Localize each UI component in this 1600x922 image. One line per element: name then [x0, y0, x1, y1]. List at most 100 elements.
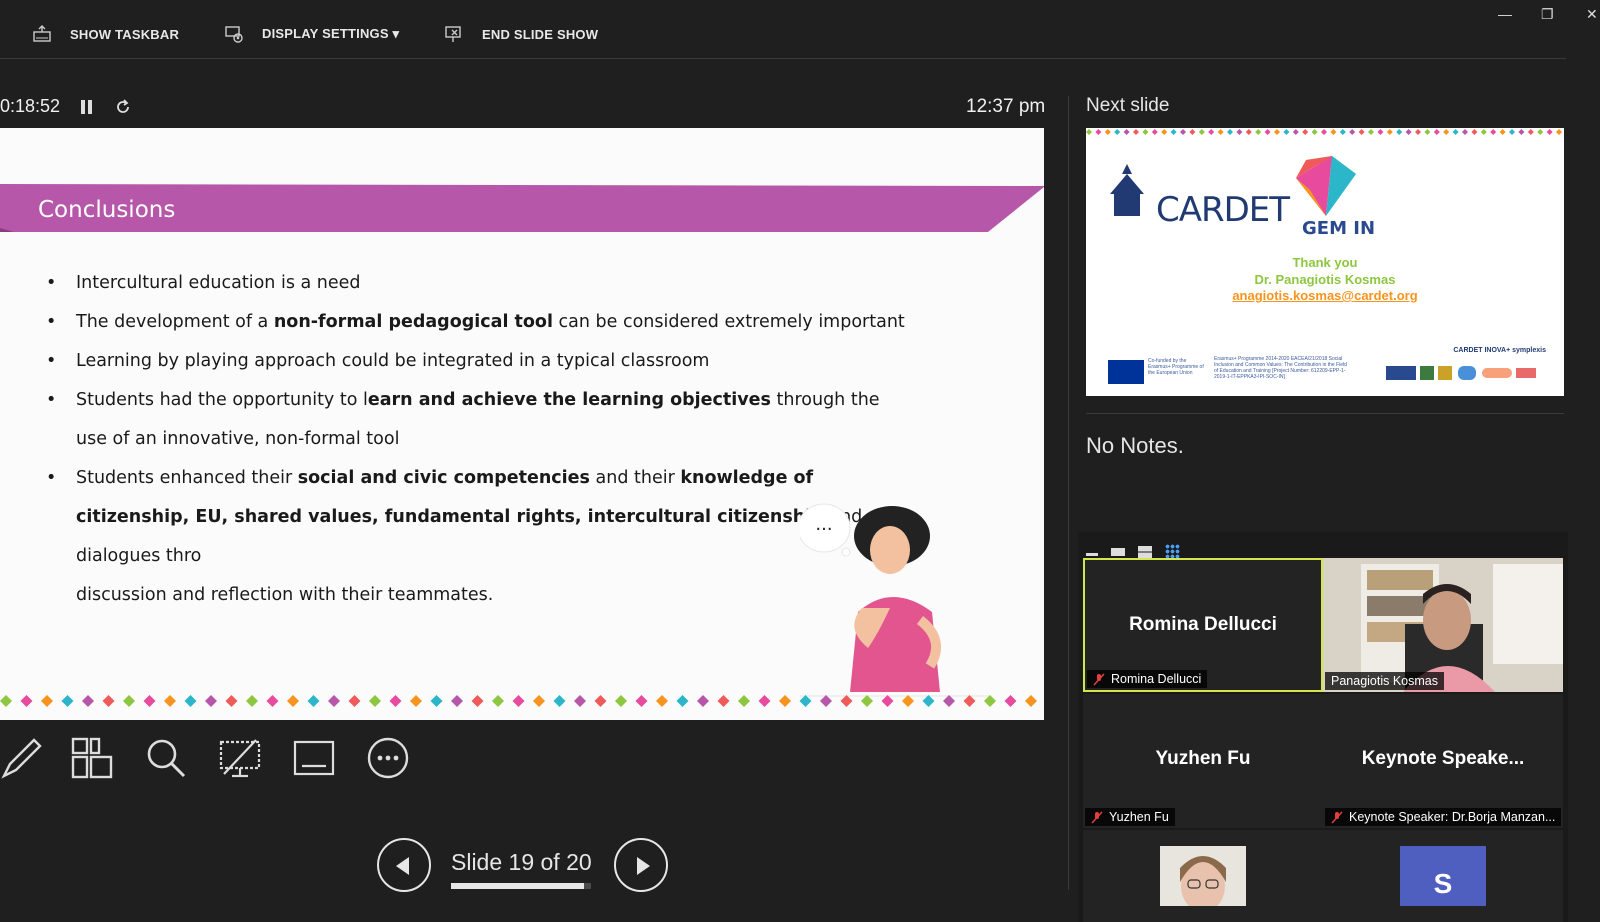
participant-tile[interactable]: Romina Dellucci Romina Dellucci — [1083, 558, 1323, 692]
thought-bubble-text: ... — [815, 514, 832, 535]
minimize-video-icon[interactable] — [1086, 553, 1098, 556]
bullet-item: Students had the opportunity to learn an… — [46, 381, 906, 459]
partner-logos-text: CARDET INOVA+ symplexis — [1453, 347, 1546, 354]
close-button[interactable]: ✕ — [1586, 6, 1598, 23]
toolbar-divider — [0, 58, 1566, 59]
border-dot — [369, 695, 381, 707]
previous-slide-button[interactable] — [377, 838, 431, 892]
border-dot — [840, 695, 853, 707]
participant-initial-avatar: S — [1400, 846, 1486, 906]
all-slides-icon[interactable] — [70, 736, 114, 780]
border-dot — [594, 695, 607, 707]
border-dot — [922, 695, 935, 707]
black-screen-icon[interactable] — [218, 736, 262, 780]
border-dot — [20, 695, 33, 707]
show-taskbar-button[interactable]: SHOW TASKBAR — [32, 24, 179, 44]
participant-tile[interactable] — [1083, 830, 1323, 922]
participant-tile[interactable]: Panagiotis Kosmas — [1323, 558, 1563, 692]
show-taskbar-label: SHOW TASKBAR — [70, 26, 180, 42]
thumbnail-view-icon[interactable] — [1138, 545, 1152, 558]
border-dot — [1189, 129, 1196, 135]
border-dot — [1198, 129, 1205, 135]
participant-tile[interactable]: Keynote Speake... Keynote Speaker: Dr.Bo… — [1323, 694, 1563, 828]
participant-name-display: Keynote Speake... — [1361, 748, 1525, 769]
border-dot — [615, 695, 627, 707]
speaker-view-icon[interactable] — [1111, 547, 1125, 556]
border-dot — [61, 695, 74, 707]
border-dot — [471, 695, 484, 707]
border-dot — [1330, 129, 1337, 135]
more-icon[interactable] — [366, 736, 410, 780]
border-dot — [1321, 129, 1327, 135]
border-dot — [738, 695, 750, 707]
slide-progress-fill — [451, 883, 584, 889]
slide-counter[interactable]: Slide 19 of 20 — [451, 849, 592, 876]
border-dot — [1386, 129, 1393, 135]
bullet-item: The development of a non-formal pedagogi… — [46, 303, 906, 342]
border-dot — [348, 695, 361, 707]
participant-tile[interactable]: S — [1323, 830, 1563, 922]
programme-text: Erasmus+ Programme 2014-2020 EACEA/21/20… — [1214, 356, 1347, 380]
bullet-item: Intercultural education is a need — [46, 264, 906, 303]
border-dot — [943, 695, 955, 707]
next-slide-preview[interactable]: CARDET GEM IN Thank you Dr. Panagiotis K… — [1086, 128, 1564, 396]
border-dot — [758, 695, 771, 707]
end-slide-show-button[interactable]: END SLIDE SHOW — [444, 24, 598, 44]
border-dot — [799, 695, 812, 707]
bullet-item: Students enhanced their social and civic… — [46, 459, 906, 615]
end-show-icon — [445, 26, 461, 42]
border-dot — [717, 695, 730, 707]
border-dot — [451, 695, 463, 707]
border-dot — [1518, 129, 1525, 135]
border-dot — [246, 695, 258, 707]
restore-button[interactable]: ❐ — [1541, 6, 1554, 23]
border-dot — [902, 695, 914, 707]
display-settings-button[interactable]: DISPLAY SETTINGS ▾ — [224, 24, 399, 44]
border-dot — [1368, 129, 1374, 135]
border-dot — [287, 695, 299, 707]
subtitles-icon[interactable] — [292, 736, 336, 780]
reset-icon[interactable] — [114, 98, 132, 116]
border-dot — [492, 695, 504, 707]
border-dot — [1123, 129, 1130, 135]
border-dot — [1104, 129, 1111, 135]
border-dot — [1170, 129, 1177, 135]
current-slide[interactable]: Conclusions Intercultural education is a… — [0, 128, 1044, 720]
border-dot — [205, 695, 217, 707]
bullet-list: Intercultural education is a need The de… — [46, 264, 906, 615]
border-dot — [779, 695, 791, 707]
cardet-logo-text: CARDET — [1156, 190, 1290, 230]
border-dot — [1339, 129, 1346, 135]
border-dot — [1114, 129, 1121, 135]
border-dot — [1452, 129, 1459, 135]
pause-icon[interactable] — [80, 99, 94, 115]
border-dot — [697, 695, 709, 707]
mic-off-icon — [1091, 811, 1103, 824]
border-dot — [1283, 129, 1290, 135]
border-dot — [307, 695, 320, 707]
border-dot — [410, 695, 422, 707]
minimize-button[interactable]: — — [1498, 6, 1512, 22]
participant-avatar — [1160, 846, 1246, 906]
pen-icon[interactable] — [0, 736, 44, 780]
elapsed-timer: 0:18:52 — [0, 96, 61, 116]
border-dot — [1405, 129, 1412, 135]
border-dot — [1499, 129, 1506, 135]
border-dot — [1264, 129, 1271, 135]
border-dot — [1004, 695, 1017, 707]
slide-title: Conclusions — [38, 197, 176, 223]
border-dot — [266, 695, 279, 707]
border-dot — [1358, 129, 1365, 135]
zoom-icon[interactable] — [144, 736, 188, 780]
border-dot — [574, 695, 586, 707]
border-dot — [963, 695, 976, 707]
border-dot — [533, 695, 545, 707]
border-dot — [184, 695, 197, 707]
gallery-view-icon[interactable] — [1165, 544, 1180, 559]
participant-tile[interactable]: Yuzhen Fu Yuzhen Fu — [1083, 694, 1323, 828]
border-dot — [0, 695, 12, 707]
border-dot — [1424, 129, 1431, 135]
current-time: 12:37 pm — [966, 96, 1046, 117]
pane-divider[interactable] — [1068, 96, 1069, 890]
next-slide-button[interactable] — [614, 838, 668, 892]
